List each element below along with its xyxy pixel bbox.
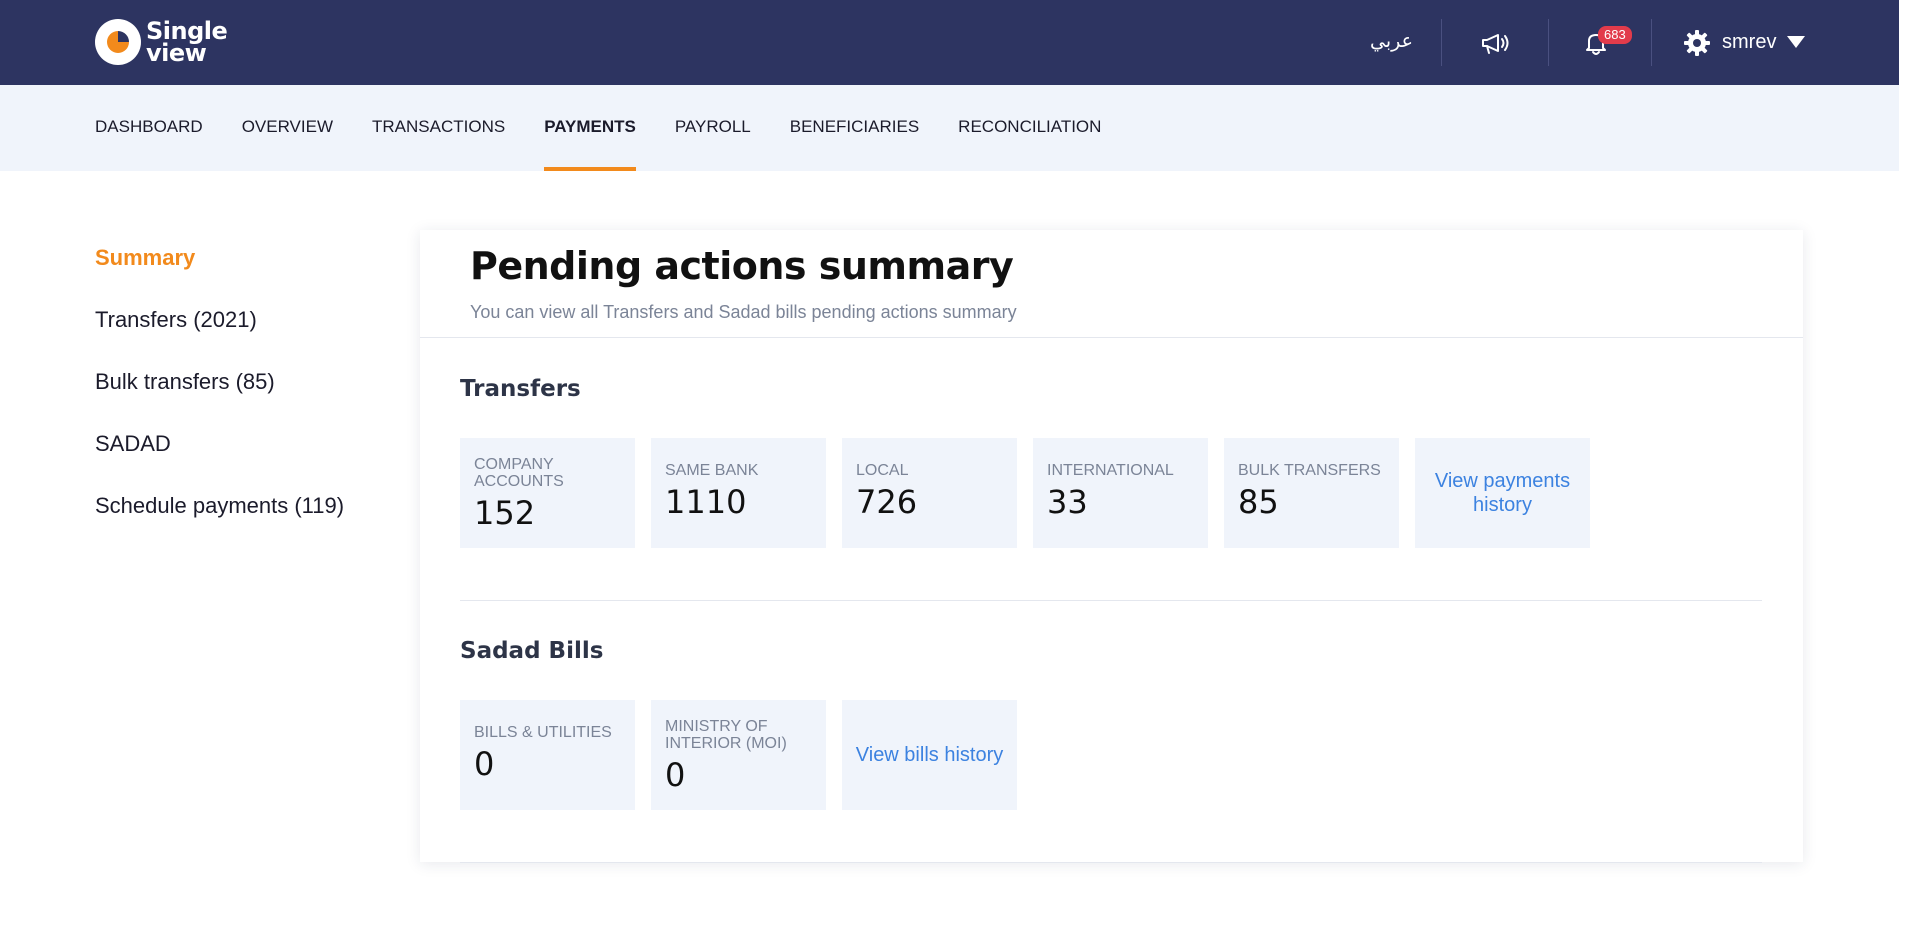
nav-transactions[interactable]: TRANSACTIONS [372,85,505,171]
main-nav: DASHBOARD OVERVIEW TRANSACTIONS PAYMENTS… [0,85,1899,171]
view-payments-history-link[interactable]: View payments history [1415,438,1590,548]
tile-bulk-transfers[interactable]: BULK TRANSFERS 85 [1224,438,1399,548]
page-title: Pending actions summary [470,244,1014,288]
tile-label: COMPANY ACCOUNTS [474,456,564,490]
tile-value: 726 [856,483,918,521]
nav-beneficiaries[interactable]: BENEFICIARIES [790,85,919,171]
tile-bills-utilities[interactable]: BILLS & UTILITIES 0 [460,700,635,810]
tile-label: LOCAL [856,462,909,479]
tile-label: MINISTRY OF INTERIOR (MOI) [665,718,787,752]
header-divider [1651,19,1652,66]
transfers-section: Transfers COMPANY ACCOUNTS 152 SAME BANK… [460,376,1762,548]
sidebar-item-transfers[interactable]: Transfers (2021) [95,302,395,364]
brand-name-line2: view [146,39,207,67]
view-bills-history-label: View bills history [855,744,1004,766]
tile-label: BULK TRANSFERS [1238,462,1381,479]
user-menu[interactable]: smrev [1722,31,1776,54]
tile-value: 1110 [665,483,747,521]
sidebar: Summary Transfers (2021) Bulk transfers … [95,240,395,550]
sidebar-item-bulk-transfers[interactable]: Bulk transfers (85) [95,364,395,426]
tile-value: 0 [474,745,495,783]
notification-badge: 683 [1598,26,1632,44]
card-header: Pending actions summary You can view all… [420,230,1803,338]
tile-local[interactable]: LOCAL 726 [842,438,1017,548]
tile-label: SAME BANK [665,462,759,479]
view-bills-history-link[interactable]: View bills history [842,700,1017,810]
tile-value: 0 [665,756,686,794]
tile-international[interactable]: INTERNATIONAL 33 [1033,438,1208,548]
tile-ministry-of-interior[interactable]: MINISTRY OF INTERIOR (MOI) 0 [651,700,826,810]
tile-label: BILLS & UTILITIES [474,724,612,741]
tile-value: 33 [1047,483,1088,521]
nav-payroll[interactable]: PAYROLL [675,85,751,171]
section-divider [460,862,1762,863]
view-payments-history-label: View payments history [1434,470,1571,516]
sidebar-item-schedule-payments[interactable]: Schedule payments (119) [95,488,395,550]
nav-payments[interactable]: PAYMENTS [544,85,636,171]
username: smrev [1722,31,1777,53]
tile-company-accounts[interactable]: COMPANY ACCOUNTS 152 [460,438,635,548]
brand-logo[interactable]: Single view [95,18,228,67]
tile-value: 152 [474,494,536,532]
tile-value: 85 [1238,483,1279,521]
sidebar-item-summary[interactable]: Summary [95,240,395,302]
section-divider [460,600,1762,601]
logo-icon [95,19,141,65]
tile-same-bank[interactable]: SAME BANK 1110 [651,438,826,548]
megaphone-icon[interactable] [1478,26,1512,60]
caret-down-icon[interactable] [1786,35,1806,49]
nav-overview[interactable]: OVERVIEW [242,85,333,171]
sadad-bills-title: Sadad Bills [460,638,604,664]
header-divider [1548,19,1549,66]
header-divider [1441,19,1442,66]
sadad-section: Sadad Bills BILLS & UTILITIES 0 MINISTRY… [460,638,1762,810]
page-subtitle: You can view all Transfers and Sadad bil… [470,302,1017,322]
top-header: Single view عربي 683 smrev [0,0,1899,85]
tile-label: INTERNATIONAL [1047,462,1174,479]
transfers-title: Transfers [460,376,581,402]
nav-dashboard[interactable]: DASHBOARD [95,85,203,171]
language-toggle[interactable]: عربي [1370,30,1413,52]
nav-reconciliation[interactable]: RECONCILIATION [958,85,1101,171]
gear-icon[interactable] [1680,26,1714,60]
pending-actions-card: Pending actions summary You can view all… [420,230,1803,863]
sidebar-item-sadad[interactable]: SADAD [95,426,395,488]
